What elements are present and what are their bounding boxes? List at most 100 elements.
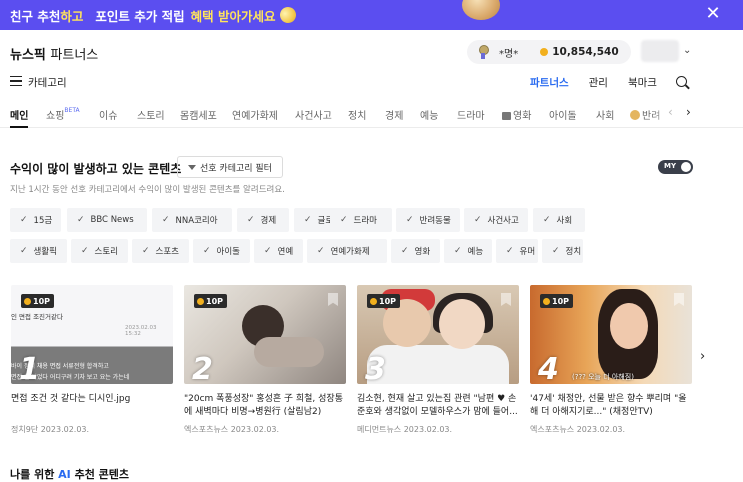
next-section-prefix: 나를 위한 <box>10 468 55 481</box>
card-thumbnail[interactable]: 10P 2 <box>184 285 346 384</box>
promo-banner[interactable]: 친구 추천 하고 포인트 추가 적립 혜택 받아가세요 <box>0 0 743 30</box>
card-thumbnail[interactable]: (??? 오늘 더 아해짐) 10P 4 <box>530 285 692 384</box>
rank-number: 1 <box>19 352 40 384</box>
chip-label: 경제 <box>260 216 277 226</box>
card-thumbnail[interactable]: 인 면접 조진거같다 2023.02.03 15:32 바이 정직 채용 면접 … <box>11 285 173 384</box>
chip-label: 예능 <box>467 247 484 257</box>
chevron-right-icon[interactable]: › <box>686 105 691 119</box>
link-manage[interactable]: 관리 <box>589 75 608 90</box>
point-badge: 10P <box>194 294 227 308</box>
category-label[interactable]: 카테고리 <box>28 75 67 90</box>
coin-icon <box>24 297 31 305</box>
card-thumbnail[interactable]: 10P 3 <box>357 285 519 384</box>
tab-politics[interactable]: 정치 <box>348 107 366 122</box>
chip[interactable]: ✓ 반려동물 <box>396 208 460 232</box>
coin-icon <box>278 4 299 26</box>
link-partners[interactable]: 파트너스 <box>530 75 569 90</box>
chip[interactable]: ✓ 사건사고 <box>464 208 528 232</box>
card-title[interactable]: '47세' 채정안, 선물 받은 향수 뿌리며 "올해 더 아해지기로..." … <box>530 393 692 419</box>
tab-issue[interactable]: 이슈 <box>99 107 117 122</box>
chip[interactable]: ✓ 스토리 <box>71 239 128 263</box>
tab-incidents[interactable]: 사건사고 <box>295 107 332 122</box>
rank-number: 3 <box>365 352 386 384</box>
chip[interactable]: ✓ 스포츠 <box>132 239 189 263</box>
content-card[interactable]: 인 면접 조진거같다 2023.02.03 15:32 바이 정직 채용 면접 … <box>11 285 173 435</box>
chip-label: NNA코리아 <box>175 216 218 226</box>
tab-idol[interactable]: 아이돌 <box>549 107 577 122</box>
bookmark-icon[interactable] <box>328 293 338 306</box>
chip[interactable]: ✓ 예능 <box>444 239 492 263</box>
bookmark-icon[interactable] <box>501 293 511 306</box>
next-section-ai: AI <box>58 468 71 481</box>
tab-entertainment-topic[interactable]: 연예가화제 <box>232 107 278 122</box>
preferred-category-filter-button[interactable]: 선호 카테고리 필터 <box>177 156 283 178</box>
chip-label: 스포츠 <box>155 247 180 257</box>
link-bookmark[interactable]: 북마크 <box>628 75 657 90</box>
chip[interactable]: ✓ 아이돌 <box>193 239 250 263</box>
chip[interactable]: ✓ 정치 <box>542 239 583 263</box>
chip[interactable]: ✓ 드라마 <box>330 208 392 232</box>
tab-society[interactable]: 사회 <box>596 107 614 122</box>
card-title[interactable]: 김소현, 현재 살고 있는집 관련 "남편 ♥ 손준호와 생각없이 모델하우스가… <box>357 393 519 419</box>
avatar[interactable] <box>641 40 679 62</box>
chip[interactable]: ✓ 생활픽 <box>10 239 67 263</box>
section-title: 수익이 많이 발생하고 있는 콘텐츠 <box>10 162 182 176</box>
profile-pill[interactable]: *명* 10,854,540 <box>467 40 631 64</box>
chip[interactable]: ✓ 사회 <box>533 208 585 232</box>
toggle-knob <box>681 162 691 172</box>
check-icon: ✓ <box>552 246 560 256</box>
my-toggle[interactable]: MY <box>658 160 693 174</box>
top-links: 파트너스 관리 북마크 <box>530 75 677 90</box>
chip[interactable]: ✓ NNA코리아 <box>152 208 232 232</box>
tab-economy[interactable]: 경제 <box>385 107 403 122</box>
chip[interactable]: ✓ 경제 <box>237 208 289 232</box>
check-icon: ✓ <box>142 246 150 256</box>
chip[interactable]: ✓ BBC News <box>67 208 147 232</box>
thumb-figure <box>610 303 648 349</box>
tab-variety[interactable]: 예능 <box>420 107 438 122</box>
content-card[interactable]: (??? 오늘 더 아해짐) 10P 4 '47세' 채정안, 선물 받은 향수… <box>530 285 692 435</box>
filter-label: 선호 카테고리 필터 <box>200 163 272 174</box>
active-tab-indicator <box>10 126 28 128</box>
tab-4[interactable]: 몸캠세포 <box>180 107 217 122</box>
chip-label: 유머 <box>519 247 536 257</box>
check-icon: ✓ <box>247 215 255 225</box>
tab-shopping[interactable]: 쇼핑BETA <box>46 107 80 122</box>
chip[interactable]: ✓ 연예 <box>254 239 303 263</box>
check-icon: ✓ <box>20 215 28 225</box>
chip[interactable]: ✓ 15금 <box>10 208 61 232</box>
check-icon: ✓ <box>77 215 85 225</box>
close-icon[interactable]: ✕ <box>703 4 723 24</box>
chip[interactable]: ✓ 연예가화제 <box>307 239 387 263</box>
chip-label: 드라마 <box>353 216 378 226</box>
check-icon: ✓ <box>340 215 348 225</box>
point-badge: 10P <box>540 294 573 308</box>
card-title[interactable]: 면접 조건 것 같다는 디시인.jpg <box>11 393 173 419</box>
thumb-text: 인 면접 조진거같다 <box>11 313 63 322</box>
chevron-left-icon[interactable]: ‹ <box>668 105 673 119</box>
chip[interactable]: ✓ 영화 <box>391 239 440 263</box>
content-card[interactable]: 10P 2 "20cm 폭풍성장" 홍성흔 子 희철, 성장통에 새벽마다 비명… <box>184 285 346 435</box>
brand-logo[interactable]: 뉴스픽 파트너스 <box>10 44 98 63</box>
chip-label: 아이돌 <box>216 247 241 257</box>
chip-label: 정치 <box>565 247 582 257</box>
tab-drama[interactable]: 드라마 <box>457 107 485 122</box>
bookmark-icon[interactable] <box>674 293 684 306</box>
content-card[interactable]: 10P 3 김소현, 현재 살고 있는집 관련 "남편 ♥ 손준호와 생각없이 … <box>357 285 519 435</box>
menu-icon[interactable] <box>10 76 22 86</box>
chevron-down-icon[interactable]: ⌄ <box>683 45 695 57</box>
check-icon: ✓ <box>401 246 409 256</box>
category-tabs: 메인 쇼핑BETA 이슈 스토리 몸캠세포 연예가화제 사건사고 정치 경제 예… <box>0 98 743 128</box>
nickname: *명* <box>499 48 519 60</box>
card-title[interactable]: "20cm 폭풍성장" 홍성흔 子 희철, 성장통에 새벽마다 비명→병원行 (… <box>184 393 346 419</box>
carousel-next-icon[interactable]: › <box>700 349 705 364</box>
chip[interactable]: ✓ 유머 <box>496 239 538 263</box>
check-icon: ✓ <box>162 215 170 225</box>
tab-main[interactable]: 메인 <box>10 107 28 122</box>
card-meta: 정치9단 2023.02.03. <box>11 425 90 434</box>
tab-movie[interactable]: 영화 <box>502 107 531 122</box>
chip-label: BBC News <box>90 215 134 225</box>
section-description: 지난 1시간 동안 선호 카테고리에서 수익이 많이 발생된 콘텐츠를 알려드려… <box>10 185 285 195</box>
tab-story[interactable]: 스토리 <box>137 107 165 122</box>
search-icon[interactable] <box>676 76 687 87</box>
